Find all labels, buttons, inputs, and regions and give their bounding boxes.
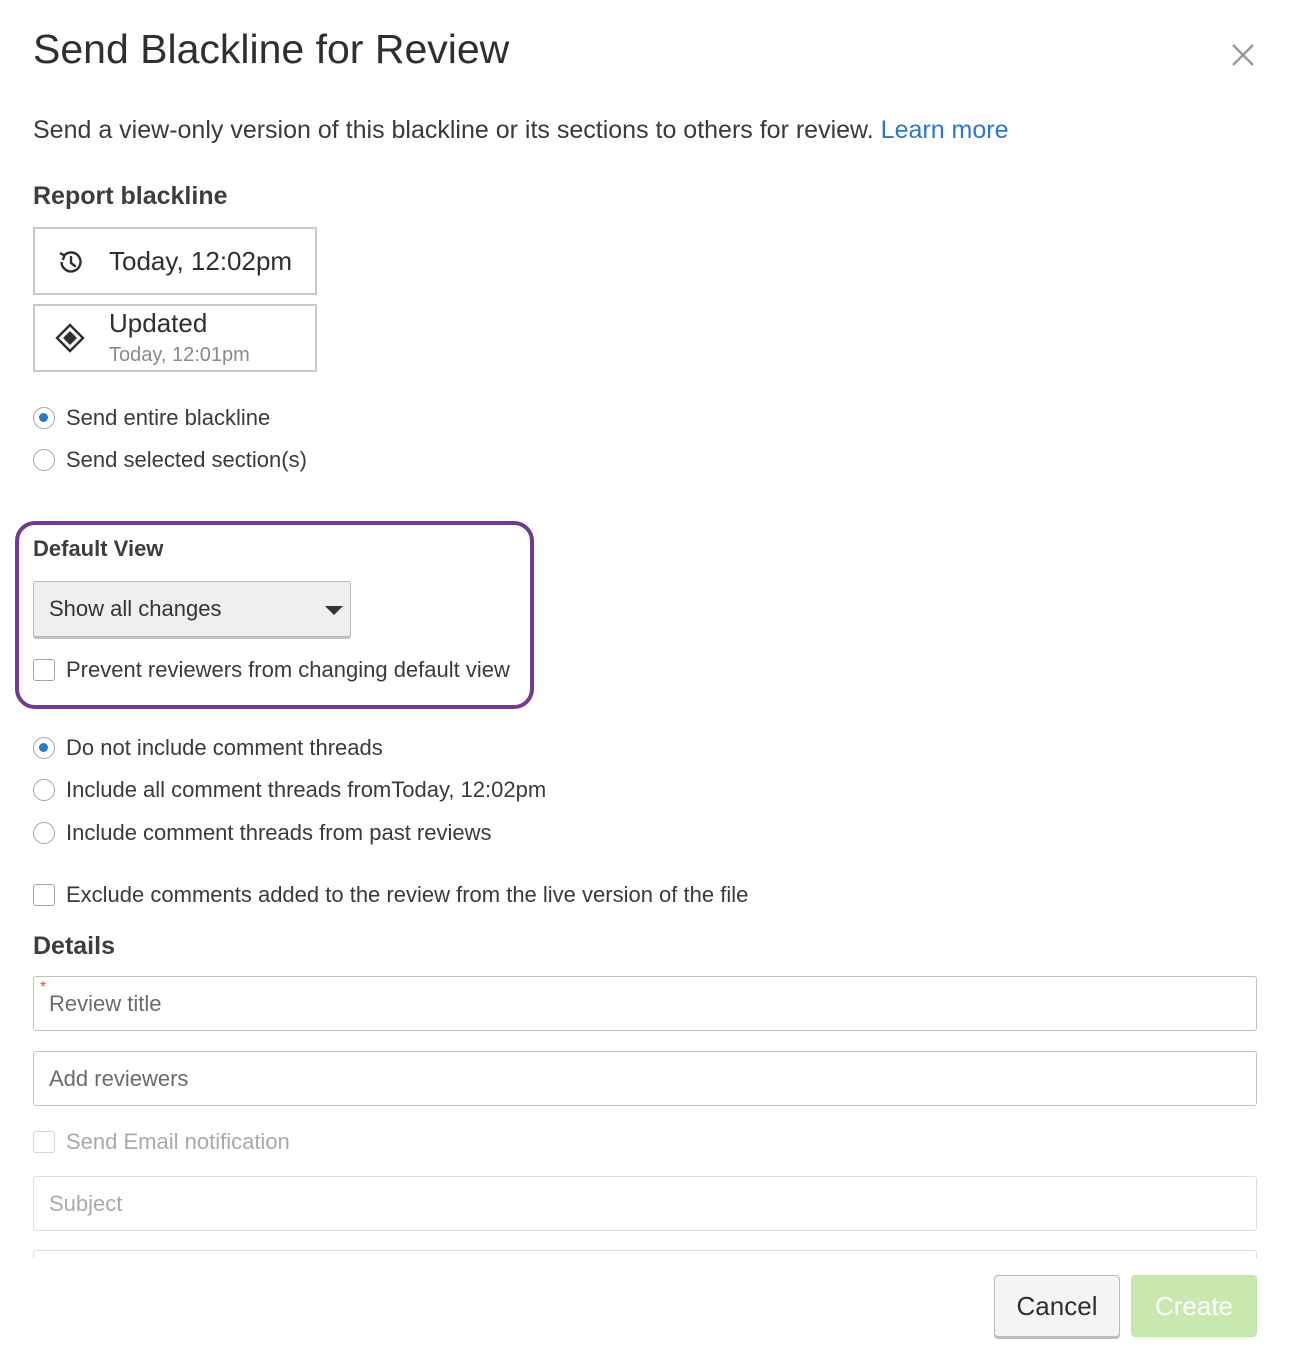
subject-placeholder: Subject: [49, 1191, 123, 1216]
radio-past-comments[interactable]: Include comment threads from past review…: [33, 819, 492, 847]
details-label: Details: [33, 932, 115, 960]
radio-button[interactable]: [33, 779, 55, 801]
radio-label: Send selected section(s): [66, 447, 307, 472]
create-button[interactable]: Create: [1131, 1275, 1257, 1337]
add-reviewers-field[interactable]: Add reviewers: [33, 1051, 1257, 1106]
radio-all-comments[interactable]: Include all comment threads fromToday, 1…: [33, 776, 546, 804]
message-field[interactable]: [33, 1250, 1257, 1258]
checkbox-prevent-change[interactable]: Prevent reviewers from changing default …: [33, 656, 510, 684]
checkbox-email-notification[interactable]: Send Email notification: [33, 1128, 290, 1156]
checkbox-label: Exclude comments added to the review fro…: [66, 882, 749, 907]
default-view-select[interactable]: Show all changes: [33, 581, 351, 637]
reviewers-placeholder: Add reviewers: [49, 1066, 189, 1091]
radio-button[interactable]: [33, 407, 55, 429]
radio-button[interactable]: [33, 449, 55, 471]
version-time: Today, 12:02pm: [109, 246, 293, 276]
subject-field[interactable]: Subject: [33, 1176, 1257, 1231]
radio-label: Include comment threads from past review…: [66, 820, 492, 845]
checkbox[interactable]: [33, 884, 55, 906]
version-card-updated[interactable]: Updated Today, 12:01pm: [33, 304, 317, 372]
report-blackline-label: Report blackline: [33, 182, 228, 210]
description-text: Send a view-only version of this blackli…: [33, 116, 874, 144]
checkbox-label: Prevent reviewers from changing default …: [66, 657, 510, 682]
learn-more-link[interactable]: Learn more: [881, 116, 1009, 144]
caret-down-icon: [325, 606, 343, 615]
radio-send-entire[interactable]: Send entire blackline: [33, 404, 270, 432]
radio-send-selected[interactable]: Send selected section(s): [33, 446, 307, 474]
checkbox-label: Send Email notification: [66, 1129, 290, 1154]
required-marker: *: [40, 979, 47, 996]
review-title-placeholder: Review title: [49, 991, 162, 1016]
review-title-field[interactable]: * Review title: [33, 976, 1257, 1031]
cancel-button[interactable]: Cancel: [994, 1275, 1120, 1337]
version-title: Updated: [109, 308, 208, 338]
radio-label: Include all comment threads fromToday, 1…: [66, 777, 547, 802]
version-subtime: Today, 12:01pm: [109, 344, 250, 366]
default-view-label: Default View: [33, 536, 164, 561]
radio-label: Do not include comment threads: [66, 735, 383, 760]
dialog-title: Send Blackline for Review: [33, 26, 510, 72]
close-icon[interactable]: [1228, 40, 1258, 70]
radio-button[interactable]: [33, 822, 55, 844]
radio-no-comments[interactable]: Do not include comment threads: [33, 734, 383, 762]
checkbox[interactable]: [33, 1131, 55, 1153]
checkbox-exclude-comments[interactable]: Exclude comments added to the review fro…: [33, 881, 748, 909]
version-card-current[interactable]: Today, 12:02pm: [33, 227, 317, 295]
radio-label: Send entire blackline: [66, 405, 271, 430]
checkbox[interactable]: [33, 659, 55, 681]
dialog-description: Send a view-only version of this blackli…: [33, 116, 1009, 145]
diamond-icon: [55, 323, 85, 353]
select-value: Show all changes: [49, 596, 222, 621]
radio-button[interactable]: [33, 737, 55, 759]
history-icon: [59, 251, 82, 273]
